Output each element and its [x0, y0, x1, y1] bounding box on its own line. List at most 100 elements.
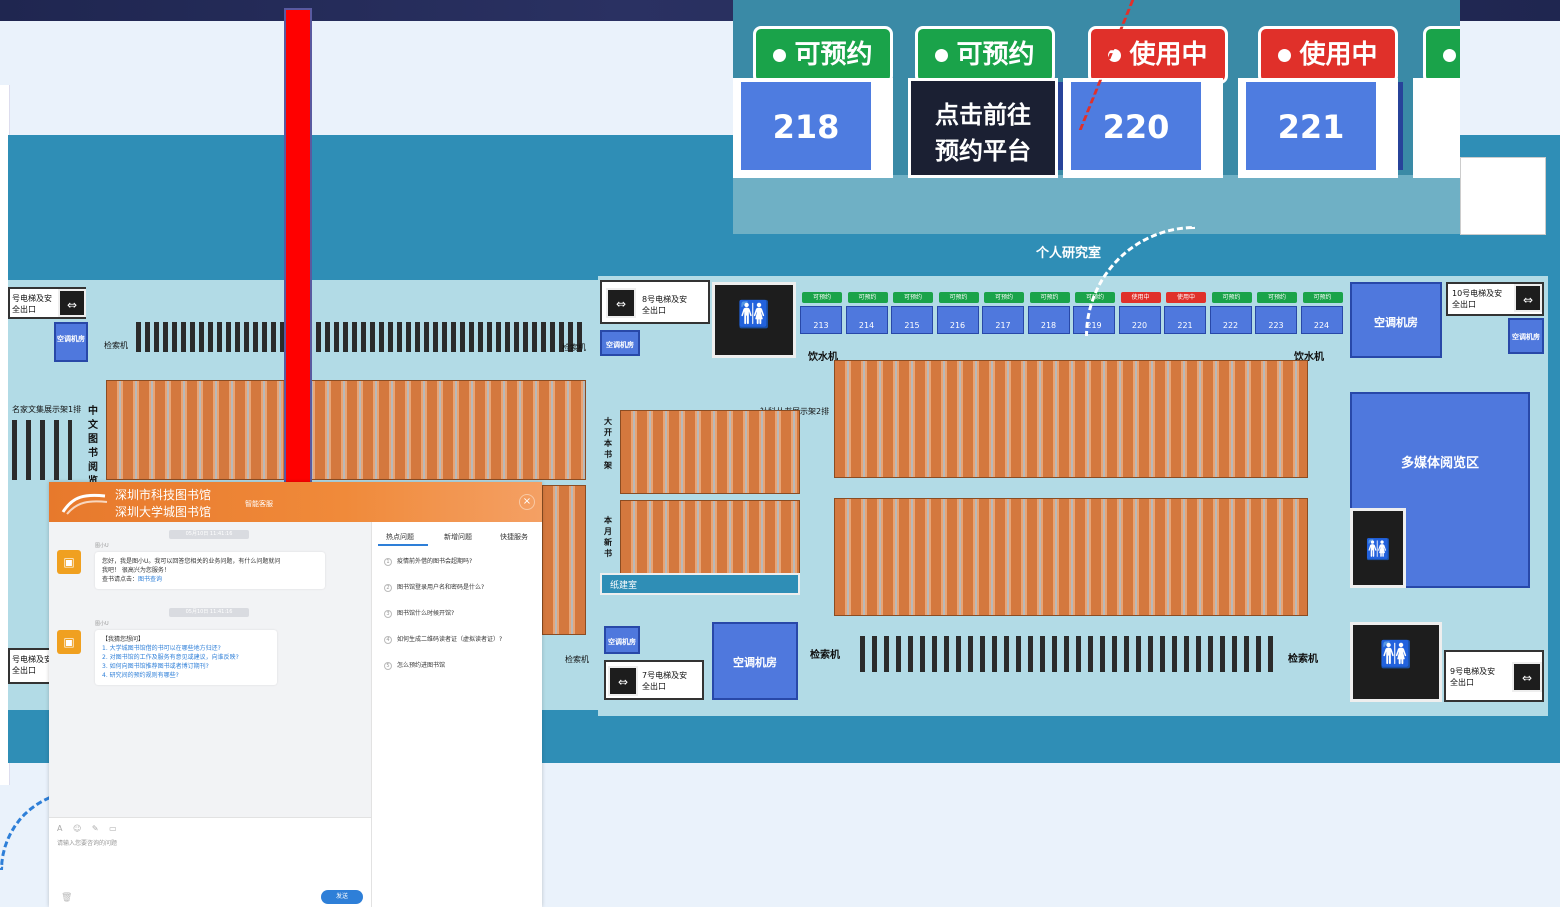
- tab-quick[interactable]: 快捷服务: [500, 532, 528, 542]
- exit-label: 8号电梯及安全出口: [642, 295, 688, 315]
- status-text: 使用中: [1299, 40, 1378, 70]
- zoom-floor: [733, 175, 1460, 234]
- study-room-218[interactable]: 218: [733, 78, 1073, 178]
- status-badge-available: 可预约: [753, 26, 893, 95]
- status-text: 可预约: [794, 40, 873, 70]
- exit-9: 9号电梯及安全出口 ⇔: [1444, 650, 1544, 702]
- restroom-icon: 🚻: [1350, 622, 1442, 702]
- study-room-row: 可预约 213 可预约 214 可预约 215 可预约 216 可预约 217 可预约 218 可预约 2…: [800, 292, 1346, 338]
- study-room[interactable]: 213: [800, 306, 842, 334]
- study-room-221[interactable]: 221: [1238, 78, 1398, 178]
- search-machine-label: 检索机: [104, 341, 128, 350]
- faq-number: 1: [384, 558, 392, 566]
- faq-item[interactable]: 4 如何生成二维码读者证（虚拟读者证）?: [384, 634, 502, 644]
- big-shelf-label: 大开本书架: [604, 417, 612, 470]
- status-dot-icon: [1278, 49, 1292, 62]
- tab-indicator: [378, 544, 428, 546]
- exit-label: 10号电梯及安全出口: [1452, 289, 1503, 309]
- study-room-status: 可预约: [1257, 292, 1297, 303]
- tab-new[interactable]: 新增问题: [444, 532, 472, 542]
- close-icon[interactable]: ×: [519, 494, 535, 510]
- book-search-link[interactable]: 图书查询: [138, 576, 162, 583]
- restroom-icon: 🚻: [712, 282, 796, 358]
- study-room-status: 可预约: [847, 292, 888, 303]
- digital-room-label: 纸建室: [610, 581, 638, 591]
- study-room[interactable]: 224: [1300, 306, 1343, 334]
- suggestion-item[interactable]: 4. 研究间的预约规则有哪些?: [102, 671, 270, 680]
- faq-item[interactable]: 5 怎么预约进图书馆: [384, 660, 445, 670]
- study-room[interactable]: 218: [1027, 306, 1070, 334]
- status-badge-available-partial: [1423, 26, 1460, 84]
- study-room-status: 可预约: [893, 292, 933, 303]
- restroom-icon: 🚻: [1350, 508, 1406, 588]
- chat-input[interactable]: 请输入您要咨询的问题: [57, 838, 117, 847]
- faq-text: 图书馆登录用户名和密码是什么?: [397, 584, 485, 591]
- exit-label: 号电梯及安全出口: [12, 294, 52, 314]
- room-number: 221: [1246, 82, 1376, 170]
- room-number: 218: [741, 82, 871, 170]
- exit-left-top: 号电梯及安全出口 ⇔: [8, 287, 86, 319]
- tab-hot[interactable]: 热点问题: [386, 532, 414, 542]
- study-room[interactable]: 222: [1209, 306, 1252, 334]
- study-room-status: 可预约: [802, 292, 842, 303]
- status-badge-in-use: 使用中: [1258, 26, 1398, 95]
- search-prefix: 查书请点击：: [102, 576, 139, 583]
- elevator-icon: ⇔: [1512, 662, 1542, 692]
- library-logo-icon: [61, 493, 108, 515]
- chat-messages: 05月10日 11:41:16 图小U ▣ 您好，我是图小U。我可以回答您相关的…: [49, 522, 371, 822]
- ac-room-mid: 空调机房: [600, 330, 640, 356]
- study-room[interactable]: 214: [845, 306, 888, 334]
- greeting-bubble: 您好，我是图小U。我可以回答您相关的业务问题，有什么问题就问 我吧！ 很高兴为您…: [95, 552, 325, 589]
- search-line: 查书请点击：图书查询: [102, 575, 318, 584]
- faq-text: 疫情前外借的图书会超期吗?: [397, 558, 473, 565]
- bot-avatar: ▣: [57, 630, 81, 654]
- search-machine-label: 检索机: [565, 655, 589, 664]
- faq-item[interactable]: 3 图书馆什么时候开馆?: [384, 608, 454, 618]
- exit-left-bottom: 号电梯及安全出口: [8, 648, 52, 684]
- elevator-icon: ⇔: [606, 288, 636, 318]
- chat-subtitle: 智能客服: [245, 500, 273, 508]
- ac-room-south: 空调机房: [604, 626, 640, 654]
- exit-label: 号电梯及安全出口: [12, 655, 52, 675]
- send-button[interactable]: 发送: [321, 890, 363, 904]
- input-toolbar-icons[interactable]: A ☺ ✎ ▭: [57, 824, 121, 833]
- search-machine-label: 检索机: [562, 343, 586, 352]
- chat-input-area: A ☺ ✎ ▭ 请输入您要咨询的问题 🗑 发送: [49, 817, 371, 907]
- faq-number: 4: [384, 636, 392, 644]
- faq-item[interactable]: 1 疫情前外借的图书会超期吗?: [384, 556, 472, 566]
- faq-text: 怎么预约进图书馆: [397, 662, 446, 669]
- cta-line2: 预约平台: [935, 137, 1031, 165]
- exit-label: 9号电梯及安全出口: [1450, 667, 1496, 687]
- suggestion-item[interactable]: 3. 如何向图书馆推荐图书或者博订期刊?: [102, 662, 270, 671]
- catalog-rail-top: [136, 322, 586, 352]
- suggestion-item[interactable]: 2. 对图书馆的工作及服务有意见或建议，向谁反映?: [102, 653, 270, 662]
- study-room-status: 可预约: [1302, 292, 1343, 303]
- elevator-icon: ⇔: [608, 666, 638, 696]
- study-rooms-title: 个人研究室: [1036, 246, 1102, 261]
- bot-name: 图小U: [95, 621, 109, 627]
- suggestion-item[interactable]: 1. 大学城图书馆借的书可以在哪些地方归还?: [102, 644, 270, 653]
- bot-name: 图小U: [95, 543, 109, 549]
- faq-panel: 热点问题 新增问题 快捷服务 1 疫情前外借的图书会超期吗? 2 图书馆登录用户名和…: [371, 522, 542, 907]
- study-room[interactable]: 216: [936, 306, 979, 334]
- elevator-icon: ⇔: [58, 289, 86, 317]
- ac-room-east: 空调机房: [1350, 282, 1442, 358]
- faq-text: 图书馆什么时候开馆?: [397, 610, 455, 617]
- status-dot-icon: [1442, 49, 1456, 62]
- status-dot-icon: [935, 49, 949, 62]
- status-dot-icon: [773, 49, 787, 62]
- status-text: 可预约: [956, 40, 1035, 70]
- study-room[interactable]: 217: [982, 306, 1024, 334]
- status-text: 使用中: [1129, 40, 1208, 70]
- org-name-1: 深圳市科技图书馆: [115, 488, 212, 502]
- study-room[interactable]: 223: [1255, 306, 1297, 334]
- exit-7: ⇔ 7号电梯及安全出口: [604, 660, 704, 700]
- faq-number: 5: [384, 662, 392, 670]
- red-arrow: [284, 8, 312, 508]
- study-room[interactable]: 215: [891, 306, 933, 334]
- catalog-rail-left: [12, 420, 72, 480]
- study-room-status: 可预约: [1211, 292, 1252, 303]
- exit-label: 7号电梯及安全出口: [642, 671, 688, 691]
- trash-icon[interactable]: 🗑: [61, 893, 72, 903]
- faq-item[interactable]: 2 图书馆登录用户名和密码是什么?: [384, 582, 484, 592]
